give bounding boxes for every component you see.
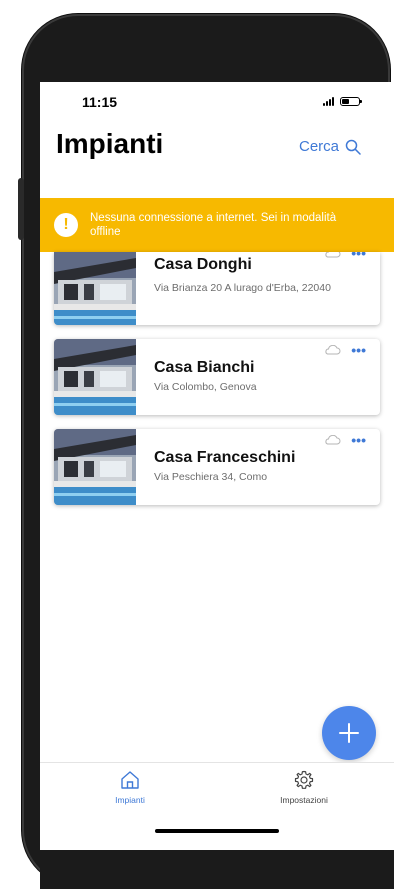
house-thumbnail bbox=[54, 252, 136, 325]
tab-label: Impostazioni bbox=[280, 795, 328, 805]
offline-message: Nessuna connessione a internet. Sei in m… bbox=[90, 212, 337, 238]
house-thumbnail bbox=[54, 339, 136, 415]
exclamation-icon: ! bbox=[54, 213, 78, 237]
app-screen: 11:15 Impianti Cerca ! Nessuna connessio… bbox=[40, 82, 394, 850]
search-label: Cerca bbox=[298, 138, 339, 155]
cloud-icon bbox=[325, 435, 341, 445]
more-options-icon[interactable]: ••• bbox=[351, 252, 366, 260]
more-options-icon[interactable]: ••• bbox=[351, 343, 366, 357]
plant-card[interactable]: Casa Bianchi Via Colombo, Genova ••• bbox=[54, 339, 380, 415]
home-indicator bbox=[155, 829, 279, 833]
tab-impianti[interactable]: Impianti bbox=[80, 769, 180, 805]
plus-icon bbox=[339, 723, 359, 743]
cloud-icon bbox=[325, 252, 341, 258]
plant-name: Casa Bianchi bbox=[154, 359, 255, 376]
page-title: Impianti bbox=[56, 128, 164, 159]
signal-icon bbox=[323, 96, 334, 106]
tab-impostazioni[interactable]: Impostazioni bbox=[254, 769, 354, 805]
card-actions: ••• bbox=[323, 433, 366, 447]
plant-address: Via Brianza 20 A lurago d'Erba, 22040 bbox=[154, 282, 331, 294]
search-icon bbox=[345, 139, 361, 155]
plant-name: Casa Donghi bbox=[154, 256, 252, 273]
house-thumbnail bbox=[54, 429, 136, 505]
gear-icon bbox=[294, 770, 314, 789]
status-time: 11:15 bbox=[82, 94, 118, 110]
plant-address: Via Colombo, Genova bbox=[154, 381, 257, 393]
tab-bar: Impianti Impostazioni bbox=[40, 762, 394, 850]
plant-card[interactable]: Casa Donghi Via Brianza 20 A lurago d'Er… bbox=[54, 252, 380, 325]
plant-address: Via Peschiera 34, Como bbox=[154, 471, 268, 483]
plant-list: Casa Donghi Via Brianza 20 A lurago d'Er… bbox=[54, 252, 380, 519]
card-actions: ••• bbox=[323, 343, 366, 357]
phone-bottom-bezel bbox=[40, 850, 394, 889]
search-button[interactable]: Cerca bbox=[299, 138, 361, 155]
card-actions: ••• bbox=[323, 252, 366, 260]
battery-icon bbox=[340, 96, 362, 106]
status-icons bbox=[323, 96, 362, 106]
cloud-icon bbox=[325, 345, 341, 355]
tab-label: Impianti bbox=[115, 795, 145, 805]
plant-card[interactable]: Casa Franceschini Via Peschiera 34, Como… bbox=[54, 429, 380, 505]
add-plant-button[interactable] bbox=[322, 706, 376, 760]
offline-banner: ! Nessuna connessione a internet. Sei in… bbox=[40, 198, 394, 252]
phone-side-button bbox=[18, 178, 24, 240]
plant-name: Casa Franceschini bbox=[154, 449, 296, 466]
home-icon bbox=[121, 771, 139, 789]
status-bar: 11:15 bbox=[40, 82, 394, 122]
more-options-icon[interactable]: ••• bbox=[351, 433, 366, 447]
